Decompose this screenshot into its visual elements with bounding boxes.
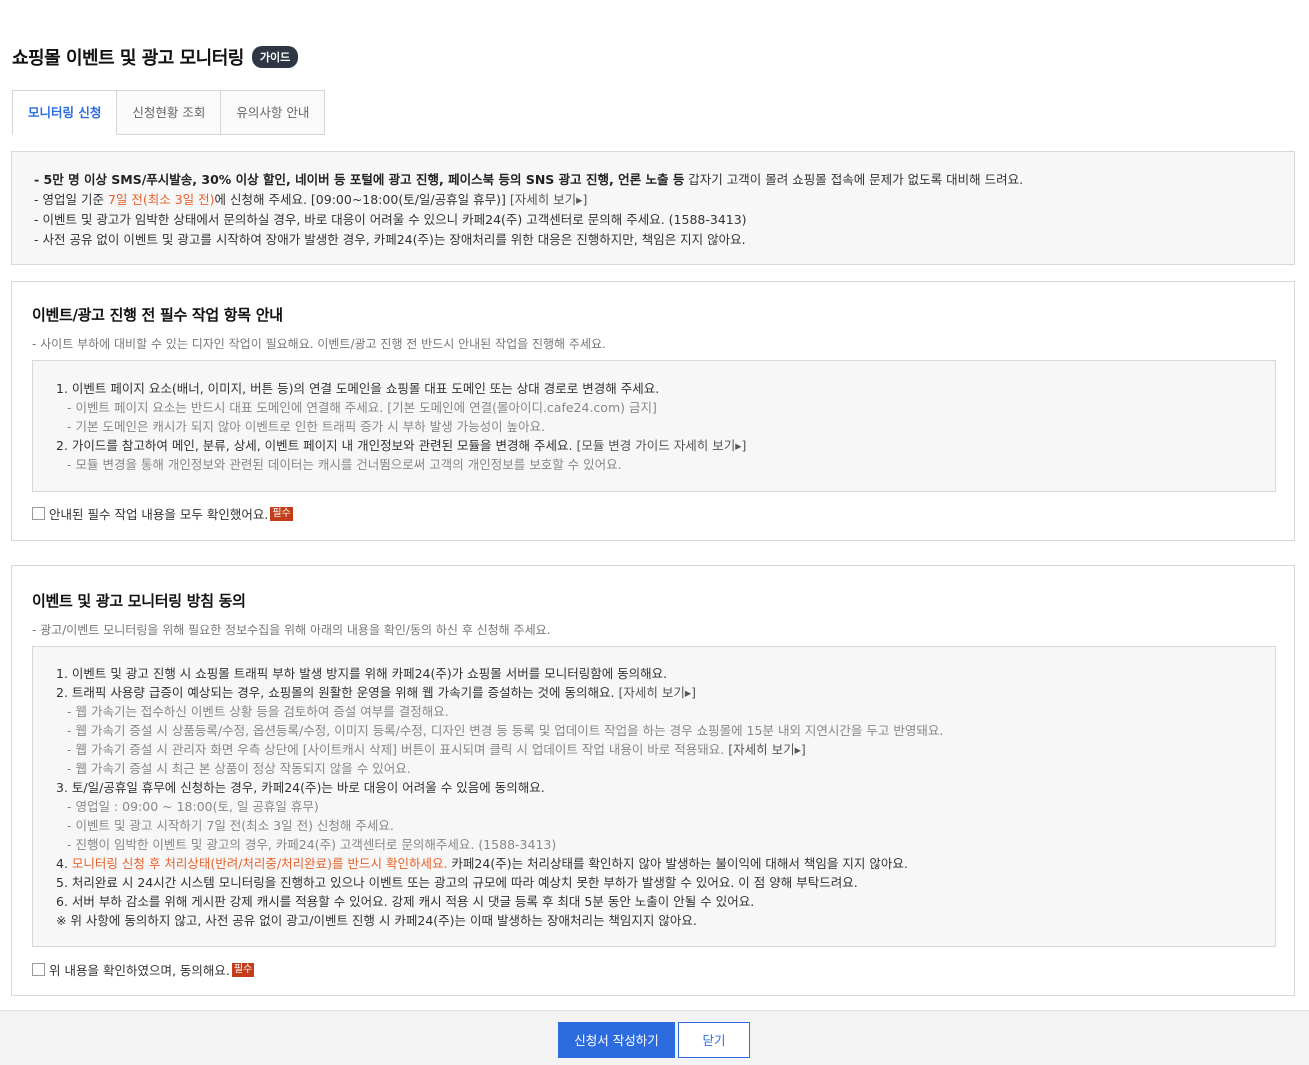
accelerator-more-link[interactable]: [자세히 보기▸]	[618, 685, 696, 700]
list-item: 2. 트래픽 사용량 급증이 예상되는 경우, 쇼핑몰의 원활한 운영을 위해 …	[33, 683, 1275, 702]
list-subitem: - 웹 가속기 증설 시 상품등록/수정, 옵션등록/수정, 이미지 등록/수정…	[67, 723, 944, 738]
list-subitem: - 기본 도메인은 캐시가 되지 않아 이벤트로 인한 트래픽 증가 시 부하 …	[67, 419, 546, 434]
list-subitem: - 영업일 : 09:00 ~ 18:00(토, 일 공휴일 휴무)	[67, 799, 319, 814]
tab-precautions[interactable]: 유의사항 안내	[221, 90, 326, 135]
cache-more-link[interactable]: [자세히 보기▸]	[728, 742, 806, 757]
notice-line: - 이벤트 및 광고가 임박한 상태에서 문의하실 경우, 바로 대응이 어려울…	[34, 212, 747, 227]
section-description: - 사이트 부하에 대비할 수 있는 디자인 작업이 필요해요. 이벤트/광고 …	[32, 337, 606, 351]
section-description: - 광고/이벤트 모니터링을 위해 필요한 정보수집을 위해 아래의 내용을 확…	[32, 623, 551, 637]
footer-bar: 신청서 작성하기 닫기	[0, 1010, 1309, 1065]
list-subitem-text: - 웹 가속기 증설 시 관리자 화면 우측 상단에 [사이트캐시 삭제] 버튼…	[67, 742, 729, 757]
submit-button[interactable]: 신청서 작성하기	[558, 1022, 675, 1058]
module-guide-link[interactable]: [모듈 변경 가이드 자세히 보기▸]	[576, 438, 746, 453]
list-item: 6. 서버 부하 감소를 위해 게시판 강제 캐시를 적용할 수 있어요. 강제…	[56, 894, 755, 909]
required-tasks-list: 1. 이벤트 페이지 요소(배너, 이미지, 버튼 등)의 연결 도메인을 쇼핑…	[32, 360, 1276, 492]
list-item-text: 2. 가이드를 참고하여 메인, 분류, 상세, 이벤트 페이지 내 개인정보와…	[56, 438, 577, 453]
list-item: 1. 이벤트 페이지 요소(배너, 이미지, 버튼 등)의 연결 도메인을 쇼핑…	[56, 381, 660, 396]
required-tasks-section: 이벤트/광고 진행 전 필수 작업 항목 안내 - 사이트 부하에 대비할 수 …	[11, 281, 1295, 541]
notice-box: - 5만 명 이상 SMS/푸시발송, 30% 이상 할인, 네이버 등 포털에…	[11, 151, 1295, 265]
list-subitem: - 웹 가속기는 접수하신 이벤트 상황 등을 검토하여 증설 여부를 결정해요…	[67, 704, 449, 719]
close-button[interactable]: 닫기	[678, 1022, 750, 1058]
tab-request-status[interactable]: 신청현황 조회	[117, 90, 222, 135]
list-item-text: 카페24(주)는 처리상태를 확인하지 않아 발생하는 불이익에 대해서 책임을…	[447, 856, 908, 871]
list-subitem: - 모듈 변경을 통해 개인정보와 관련된 데이터는 캐시를 건너뜀으로써 고객…	[67, 457, 622, 472]
notice-bold-text: - 5만 명 이상 SMS/푸시발송, 30% 이상 할인, 네이버 등 포털에…	[34, 172, 685, 187]
policy-section: 이벤트 및 광고 모니터링 방침 동의 - 광고/이벤트 모니터링을 위해 필요…	[11, 565, 1295, 996]
list-subitem: - 이벤트 및 광고 시작하기 7일 전(최소 3일 전) 신청해 주세요.	[67, 818, 394, 833]
notice-text: 에 신청해 주세요. [09:00~18:00(토/일/공휴일 휴무)]	[214, 192, 510, 207]
checkbox-label[interactable]: 위 내용을 확인하였으며, 동의해요.	[49, 960, 230, 979]
tab-bar: 모니터링 신청 신청현황 조회 유의사항 안내	[12, 90, 326, 135]
notice-line: - 영업일 기준 7일 전(최소 3일 전)에 신청해 주세요. [09:00~…	[34, 190, 1294, 210]
notice-line: - 사전 공유 없이 이벤트 및 광고를 시작하여 장애가 발생한 경우, 카페…	[34, 232, 746, 247]
required-badge: 필수	[270, 506, 293, 521]
agree-checkbox[interactable]	[32, 963, 45, 976]
required-badge: 필수	[231, 962, 255, 977]
section-title: 이벤트/광고 진행 전 필수 작업 항목 안내	[32, 306, 283, 324]
checkbox-label[interactable]: 안내된 필수 작업 내용을 모두 확인했어요.	[49, 504, 268, 523]
tab-monitoring-request[interactable]: 모니터링 신청	[12, 90, 118, 135]
list-item: 1. 이벤트 및 광고 진행 시 쇼핑몰 트래픽 부하 발생 방지를 위해 카페…	[56, 666, 668, 681]
page-title: 쇼핑몰 이벤트 및 광고 모니터링	[12, 48, 244, 69]
notice-more-link[interactable]: [자세히 보기▸]	[510, 192, 588, 207]
list-item-text: 2. 트래픽 사용량 급증이 예상되는 경우, 쇼핑몰의 원활한 운영을 위해 …	[56, 685, 619, 700]
section-title: 이벤트 및 광고 모니터링 방침 동의	[32, 592, 246, 610]
policy-note: ※ 위 사항에 동의하지 않고, 사전 공유 없이 광고/이벤트 진행 시 카페…	[56, 913, 697, 928]
list-subitem: - 웹 가속기 증설 시 최근 본 상품이 정상 작동되지 않을 수 있어요.	[67, 761, 411, 776]
list-subitem: - 이벤트 페이지 요소는 반드시 대표 도메인에 연결해 주세요. [기본 도…	[67, 400, 657, 415]
notice-highlight: 7일 전(최소 3일 전)	[107, 192, 215, 207]
list-item: 4. 모니터링 신청 후 처리상태(반려/처리중/처리완료)를 반드시 확인하세…	[33, 854, 1275, 873]
list-item-number: 4.	[56, 856, 72, 871]
required-tasks-confirm[interactable]: 안내된 필수 작업 내용을 모두 확인했어요. 필수	[32, 504, 293, 523]
policy-agree[interactable]: 위 내용을 확인하였으며, 동의해요. 필수	[32, 960, 255, 979]
list-subitem: - 웹 가속기 증설 시 관리자 화면 우측 상단에 [사이트캐시 삭제] 버튼…	[33, 740, 1275, 759]
list-subitem: - 진행이 임박한 이벤트 및 광고의 경우, 카페24(주) 고객센터로 문의…	[67, 837, 557, 852]
confirm-checkbox[interactable]	[32, 507, 45, 520]
guide-button[interactable]: 가이드	[251, 46, 299, 68]
notice-text: - 영업일 기준	[34, 192, 108, 207]
notice-text: 갑자기 고객이 몰려 쇼핑몰 접속에 문제가 없도록 대비해 드려요.	[684, 172, 1024, 187]
title-row: 쇼핑몰 이벤트 및 광고 모니터링 가이드	[12, 44, 299, 70]
policy-list: 1. 이벤트 및 광고 진행 시 쇼핑몰 트래픽 부하 발생 방지를 위해 카페…	[32, 646, 1276, 947]
list-item-highlight: 모니터링 신청 후 처리상태(반려/처리중/처리완료)를 반드시 확인하세요.	[71, 856, 448, 871]
list-item: 3. 토/일/공휴일 휴무에 신청하는 경우, 카페24(주)는 바로 대응이 …	[56, 780, 545, 795]
list-item: 2. 가이드를 참고하여 메인, 분류, 상세, 이벤트 페이지 내 개인정보와…	[33, 436, 1275, 455]
list-item: 5. 처리완료 시 24시간 시스템 모니터링을 진행하고 있으나 이벤트 또는…	[56, 875, 858, 890]
notice-line: - 5만 명 이상 SMS/푸시발송, 30% 이상 할인, 네이버 등 포털에…	[34, 170, 1294, 190]
